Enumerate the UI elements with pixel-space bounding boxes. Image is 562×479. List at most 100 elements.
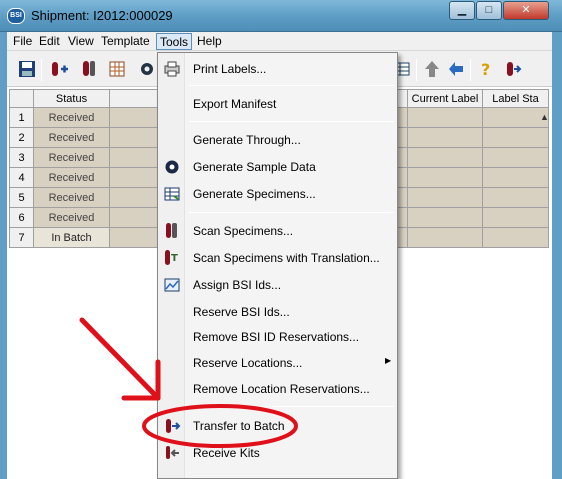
svg-text:?: ? [481, 60, 490, 79]
label-status-cell[interactable] [482, 207, 549, 228]
row-number[interactable]: 1 [9, 107, 34, 128]
current-label-cell[interactable] [407, 167, 483, 188]
menu-separator [189, 85, 394, 86]
status-cell[interactable]: Received [33, 127, 110, 148]
window-title: Shipment: I2012:000029 [31, 8, 173, 23]
menu-item-print-labels[interactable]: Print Labels... [158, 57, 397, 81]
menu-item-reserve-locations[interactable]: Reserve Locations... ▶ [158, 351, 397, 375]
menu-label: Generate Specimens... [193, 187, 316, 201]
menu-tools[interactable]: Tools [156, 33, 193, 50]
tube-icon [166, 223, 177, 238]
tools-menu: Print Labels... Export Manifest Generate… [157, 52, 398, 479]
maximize-button[interactable]: □ [476, 1, 502, 20]
menu-view[interactable]: View [65, 33, 97, 50]
table-row[interactable] [407, 147, 549, 168]
svg-text:T: T [171, 253, 178, 264]
label-status-cell[interactable] [482, 127, 549, 148]
menu-item-remove-location-reservations[interactable]: Remove Location Reservations... [158, 377, 397, 401]
close-button[interactable]: ✕ [503, 1, 549, 20]
menu-bar: File Edit View Template Tools Help [7, 32, 552, 51]
column-header-label-status[interactable]: Label Sta [482, 89, 549, 108]
window-frame-left [0, 32, 7, 479]
window-frame-right [552, 32, 562, 479]
menu-label: Scan Specimens... [193, 224, 294, 238]
label-status-cell[interactable] [482, 147, 549, 168]
menu-item-scan-specimens[interactable]: Scan Specimens... [158, 219, 397, 243]
current-label-cell[interactable] [407, 107, 483, 128]
menu-item-transfer-to-batch[interactable]: Transfer to Batch [158, 414, 397, 438]
toolbar-separator [470, 59, 471, 81]
row-number[interactable]: 3 [9, 147, 34, 168]
menu-label: Generate Through... [193, 133, 301, 147]
menu-item-remove-bsi-id-reservations[interactable]: Remove BSI ID Reservations... [158, 325, 397, 349]
transfer-icon[interactable] [504, 59, 524, 79]
menu-file[interactable]: File [10, 33, 35, 50]
app-icon: BSI [7, 8, 25, 24]
status-cell[interactable]: Received [33, 167, 110, 188]
save-icon[interactable] [17, 59, 37, 79]
table-row[interactable] [407, 207, 549, 228]
table-row[interactable] [407, 127, 549, 148]
column-header-status[interactable]: Status [33, 89, 110, 108]
menu-item-export-manifest[interactable]: Export Manifest [158, 92, 397, 116]
row-number[interactable]: 4 [9, 167, 34, 188]
add-specimen-icon[interactable] [49, 59, 69, 79]
current-label-cell[interactable] [407, 207, 483, 228]
table-row[interactable] [407, 107, 549, 128]
menu-item-generate-sample-data[interactable]: Generate Sample Data [158, 155, 397, 179]
status-cell[interactable]: In Batch [33, 227, 110, 248]
menu-item-scan-specimens-with-translation[interactable]: T Scan Specimens with Translation... [158, 246, 397, 270]
grid-icon[interactable] [107, 59, 127, 79]
status-cell[interactable]: Received [33, 187, 110, 208]
transfer-icon [166, 419, 181, 433]
label-status-cell[interactable] [482, 187, 549, 208]
status-cell[interactable]: Received [33, 107, 110, 128]
grid-corner [9, 89, 34, 108]
status-cell[interactable]: Received [33, 207, 110, 228]
menu-item-reserve-bsi-ids[interactable]: Reserve BSI Ids... [158, 300, 397, 324]
gear-icon[interactable] [137, 59, 157, 79]
row-number[interactable]: 5 [9, 187, 34, 208]
help-icon[interactable]: ? [476, 59, 496, 79]
row-number[interactable]: 7 [9, 227, 34, 248]
label-status-cell[interactable] [482, 107, 549, 128]
printer-icon [164, 61, 180, 77]
title-bar: BSI Shipment: I2012:000029 ▁ □ ✕ [0, 0, 562, 32]
scroll-up-icon[interactable]: ▲ [540, 112, 550, 124]
current-label-cell[interactable] [407, 187, 483, 208]
current-label-cell[interactable] [407, 127, 483, 148]
column-header-current-label[interactable]: Current Label [407, 89, 483, 108]
up-arrow-icon[interactable] [422, 59, 442, 79]
menu-template[interactable]: Template [98, 33, 153, 50]
menu-item-generate-specimens[interactable]: Generate Specimens... [158, 182, 397, 206]
menu-separator [189, 406, 394, 407]
row-number[interactable]: 2 [9, 127, 34, 148]
row-number[interactable]: 6 [9, 207, 34, 228]
menu-label: Transfer to Batch [193, 419, 285, 433]
label-status-cell[interactable] [482, 167, 549, 188]
status-cell[interactable]: Received [33, 147, 110, 168]
menu-item-assign-bsi-ids[interactable]: Assign BSI Ids... [158, 273, 397, 297]
gear-icon [165, 160, 179, 174]
table-row[interactable] [407, 187, 549, 208]
menu-item-generate-through[interactable]: Generate Through... [158, 128, 397, 152]
table-row[interactable] [407, 227, 549, 248]
flow-icon[interactable] [446, 59, 466, 79]
tube-icon[interactable] [79, 59, 99, 79]
menu-label: Remove BSI ID Reservations... [193, 330, 360, 344]
current-label-cell[interactable] [407, 227, 483, 248]
menu-label: Receive Kits [193, 446, 260, 460]
menu-item-receive-kits[interactable]: Receive Kits [158, 441, 397, 465]
minimize-button[interactable]: ▁ [449, 1, 475, 20]
table-row[interactable] [407, 167, 549, 188]
menu-label: Remove Location Reservations... [193, 382, 370, 396]
current-label-cell[interactable] [407, 147, 483, 168]
menu-label: Export Manifest [193, 97, 277, 111]
menu-edit[interactable]: Edit [36, 33, 63, 50]
specimen-grid-right-columns: Current Label Label Sta [407, 89, 549, 248]
label-status-cell[interactable] [482, 227, 549, 248]
menu-help[interactable]: Help [194, 33, 225, 50]
menu-label: Generate Sample Data [193, 160, 316, 174]
chart-icon [164, 278, 180, 292]
receive-kits-icon [166, 446, 179, 459]
